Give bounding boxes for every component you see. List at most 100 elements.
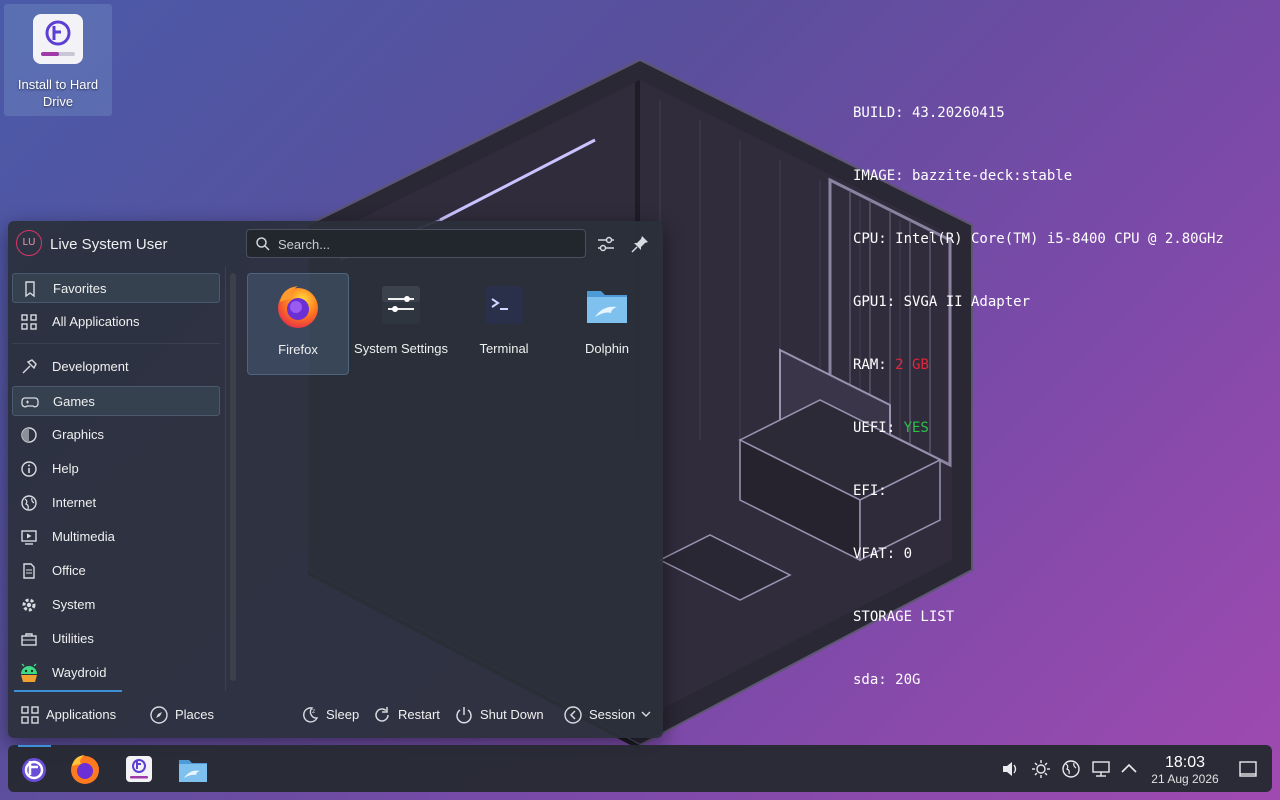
media-icon bbox=[21, 530, 37, 545]
wired-network-icon[interactable] bbox=[1091, 759, 1111, 779]
sidebar-item-label: System bbox=[52, 597, 96, 612]
app-system-settings[interactable]: System Settings bbox=[350, 273, 452, 375]
vfat-line: VFAT: 0 bbox=[853, 546, 913, 562]
pin-icon[interactable] bbox=[629, 233, 651, 255]
applications-tab-label: Applications bbox=[46, 707, 117, 722]
category-sidebar: Favorites All Applications Development G… bbox=[12, 273, 220, 692]
network-globe-icon[interactable] bbox=[1061, 759, 1081, 779]
sidebar-divider-vertical bbox=[225, 267, 226, 691]
clock-date: 21 Aug 2026 bbox=[1151, 772, 1219, 786]
sidebar-item-help[interactable]: Help bbox=[12, 454, 220, 484]
dolphin-icon[interactable] bbox=[175, 751, 211, 787]
settings-icon bbox=[382, 286, 420, 324]
sidebar-item-label: Internet bbox=[52, 495, 97, 510]
user-name: Live System User bbox=[50, 236, 168, 253]
svg-text:z: z bbox=[312, 708, 315, 715]
show-desktop-icon[interactable] bbox=[1238, 759, 1258, 779]
shutdown-label: Shut Down bbox=[480, 707, 544, 722]
bazzite-launcher-icon[interactable] bbox=[16, 751, 52, 787]
digital-clock[interactable]: 18:03 21 Aug 2026 bbox=[1145, 754, 1225, 786]
sidebar-item-system[interactable]: System bbox=[12, 590, 220, 620]
sidebar-item-label: All Applications bbox=[52, 314, 140, 329]
configure-icon[interactable] bbox=[595, 233, 617, 255]
search-input[interactable] bbox=[276, 233, 580, 256]
sidebar-item-internet[interactable]: Internet bbox=[12, 488, 220, 518]
sidebar-item-games[interactable]: Games bbox=[12, 386, 220, 416]
grid-icon bbox=[21, 314, 37, 330]
clock-time: 18:03 bbox=[1164, 754, 1206, 771]
image-line: IMAGE: bazzite-deck:stable bbox=[853, 168, 1073, 184]
restart-button[interactable]: Restart bbox=[372, 703, 442, 727]
firefox-icon[interactable] bbox=[67, 751, 103, 787]
sidebar-item-label: Games bbox=[53, 394, 95, 409]
app-label: Terminal bbox=[479, 341, 529, 356]
efi-line: EFI: bbox=[853, 483, 887, 499]
installer-icon bbox=[33, 14, 83, 64]
ram-label: RAM: bbox=[853, 357, 896, 373]
install-to-hard-drive-desktop-icon[interactable]: Install to Hard Drive bbox=[4, 4, 112, 116]
launcher-header: LU Live System User bbox=[8, 221, 663, 267]
firefox-icon bbox=[278, 286, 318, 328]
palette-icon bbox=[21, 427, 37, 443]
active-indicator bbox=[18, 745, 51, 747]
sidebar-item-label: Favorites bbox=[53, 281, 107, 296]
sidebar-item-development[interactable]: Development bbox=[12, 352, 220, 382]
sidebar-divider bbox=[12, 343, 220, 344]
sidebar-item-waydroid[interactable]: Waydroid bbox=[12, 658, 220, 688]
applications-tab[interactable]: Applications bbox=[20, 703, 130, 727]
session-button[interactable]: Session bbox=[563, 703, 653, 727]
sidebar-item-utilities[interactable]: Utilities bbox=[12, 624, 220, 654]
launcher-footer: Applications Places z Sleep Restart Shut… bbox=[8, 695, 663, 735]
chevron-up-icon[interactable] bbox=[1119, 759, 1139, 779]
sidebar-item-all-applications[interactable]: All Applications bbox=[12, 307, 220, 337]
sidebar-item-graphics[interactable]: Graphics bbox=[12, 420, 220, 450]
chevron-down-icon bbox=[641, 711, 651, 717]
app-dolphin[interactable]: Dolphin bbox=[556, 273, 658, 375]
cpu-line: CPU: Intel(R) Core(TM) i5-8400 CPU @ 2.8… bbox=[853, 231, 1224, 247]
info-icon bbox=[21, 461, 37, 477]
sidebar-item-label: Development bbox=[52, 359, 129, 374]
uefi-label: UEFI: bbox=[853, 420, 904, 436]
sidebar-item-multimedia[interactable]: Multimedia bbox=[12, 522, 220, 552]
sidebar-item-label: Multimedia bbox=[52, 529, 115, 544]
sidebar-focus-indicator bbox=[14, 690, 122, 692]
power-icon bbox=[456, 707, 472, 724]
session-label: Session bbox=[589, 707, 636, 722]
android-icon bbox=[21, 663, 37, 682]
sidebar-item-label: Office bbox=[52, 563, 86, 578]
places-tab[interactable]: Places bbox=[149, 703, 219, 727]
compass-icon bbox=[150, 706, 168, 724]
sidebar-scrollbar[interactable] bbox=[230, 273, 236, 681]
app-label: Dolphin bbox=[584, 341, 630, 356]
hammer-icon bbox=[22, 359, 37, 374]
app-firefox[interactable]: Firefox bbox=[247, 273, 349, 375]
search-box[interactable] bbox=[246, 229, 586, 258]
bookmark-icon bbox=[25, 281, 35, 298]
places-tab-label: Places bbox=[175, 707, 215, 722]
sidebar-item-label: Graphics bbox=[52, 427, 105, 442]
app-label: Firefox bbox=[278, 342, 318, 357]
restart-icon bbox=[375, 707, 389, 722]
volume-icon[interactable] bbox=[1000, 759, 1020, 779]
application-launcher: LU Live System User Favorites All App bbox=[8, 221, 663, 738]
app-terminal[interactable]: Terminal bbox=[453, 273, 555, 375]
sleep-label: Sleep bbox=[326, 707, 360, 722]
terminal-icon bbox=[485, 286, 523, 324]
uefi-line: UEFI: YES bbox=[853, 418, 1224, 439]
session-icon bbox=[564, 706, 582, 724]
sleep-button[interactable]: z Sleep bbox=[300, 703, 360, 727]
disk-line: sda: 20G bbox=[853, 672, 921, 688]
sidebar-item-office[interactable]: Office bbox=[12, 556, 220, 586]
brightness-icon[interactable] bbox=[1031, 759, 1051, 779]
sidebar-item-favorites[interactable]: Favorites bbox=[12, 273, 220, 303]
shutdown-button[interactable]: Shut Down bbox=[454, 703, 549, 727]
search-icon bbox=[256, 237, 270, 251]
avatar[interactable]: LU bbox=[16, 230, 42, 256]
build-line: BUILD: 43.20260415 bbox=[853, 105, 1005, 121]
gear-icon bbox=[22, 598, 36, 612]
ram-value: 2 GB bbox=[895, 357, 929, 373]
desktop-icon-label: Install to Hard Drive bbox=[17, 77, 99, 109]
ram-line: RAM: 2 GB bbox=[853, 355, 1224, 376]
installer-icon[interactable] bbox=[121, 751, 157, 787]
globe-icon bbox=[21, 495, 37, 511]
